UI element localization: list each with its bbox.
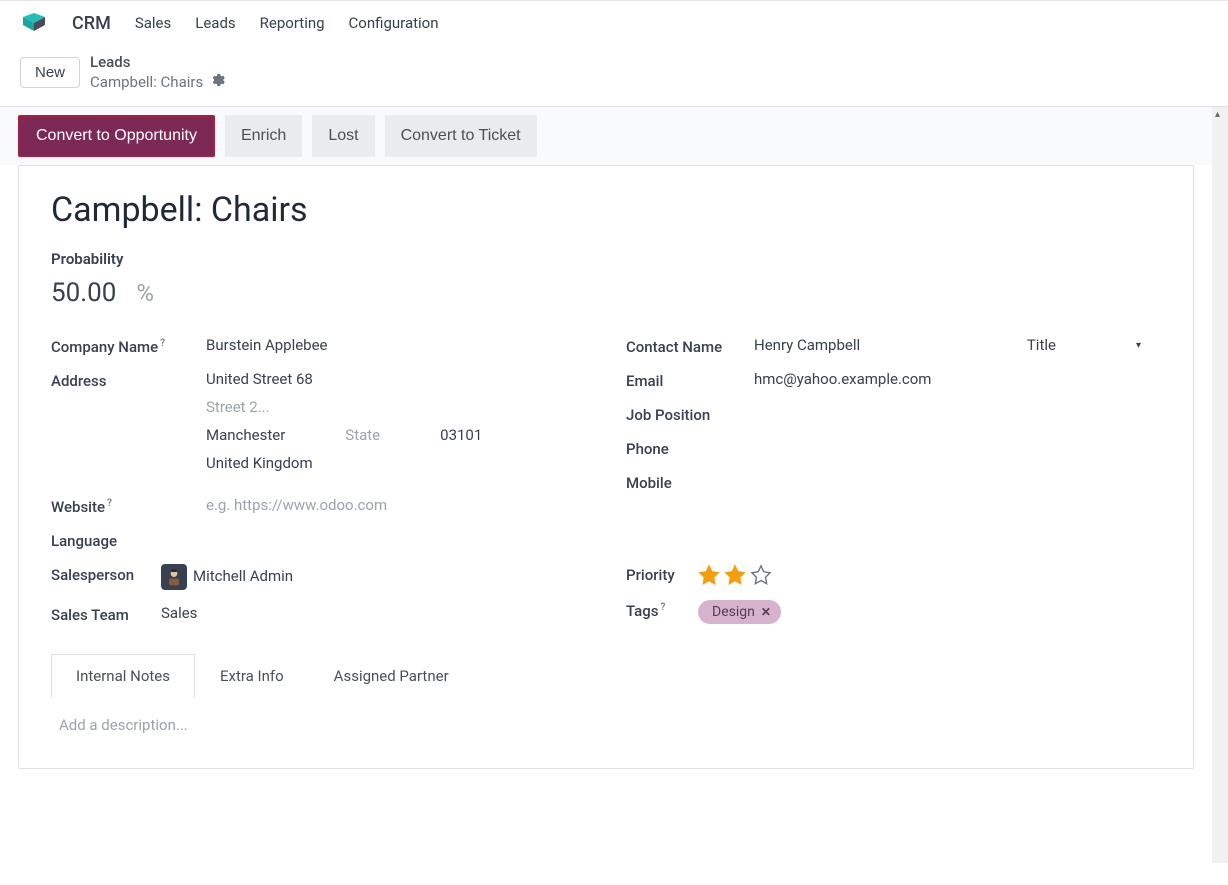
- mobile-label: Mobile: [626, 472, 754, 492]
- probability-percent: %: [136, 279, 154, 307]
- email-label: Email: [626, 370, 754, 390]
- action-bar: Convert to Opportunity Enrich Lost Conve…: [0, 107, 1212, 165]
- navbar: CRM Sales Leads Reporting Configuration: [0, 1, 1228, 45]
- scrollbar[interactable]: ▴: [1212, 107, 1228, 863]
- company-name-label: Company Name?: [51, 336, 206, 356]
- website-label: Website?: [51, 496, 206, 516]
- convert-to-ticket-button[interactable]: Convert to Ticket: [385, 115, 537, 157]
- tab-assigned-partner[interactable]: Assigned Partner: [309, 654, 474, 698]
- city-input[interactable]: Manchester: [206, 426, 285, 444]
- salesperson-value[interactable]: Mitchell Admin: [161, 564, 586, 590]
- priority-label: Priority: [626, 564, 698, 584]
- nav-leads[interactable]: Leads: [195, 14, 235, 32]
- description-input[interactable]: Add a description...: [59, 716, 1153, 734]
- salesperson-avatar-icon: [161, 564, 187, 590]
- tabs: Internal Notes Extra Info Assigned Partn…: [51, 654, 1161, 698]
- left-column: Company Name? Burstein Applebee Address …: [51, 336, 586, 638]
- convert-to-opportunity-button[interactable]: Convert to Opportunity: [18, 115, 215, 157]
- enrich-button[interactable]: Enrich: [225, 115, 302, 157]
- nav-sales[interactable]: Sales: [135, 14, 171, 32]
- nav-reporting[interactable]: Reporting: [260, 14, 325, 32]
- probability-field: Probability 50.00 %: [51, 250, 1161, 308]
- email-value[interactable]: hmc@yahoo.example.com: [754, 370, 1161, 388]
- salesteam-label: Sales Team: [51, 604, 161, 624]
- country-input[interactable]: United Kingdom: [206, 454, 586, 472]
- contact-name-label: Contact Name: [626, 336, 754, 356]
- star-2[interactable]: [724, 564, 746, 586]
- contact-name-value[interactable]: Henry Campbell: [754, 336, 860, 354]
- app-logo-icon: [20, 9, 48, 37]
- salesperson-label: Salesperson: [51, 564, 161, 584]
- title-select[interactable]: Title ▾: [1027, 336, 1161, 354]
- state-input[interactable]: State: [345, 426, 380, 444]
- probability-label: Probability: [51, 250, 1161, 268]
- company-name-value[interactable]: Burstein Applebee: [206, 336, 586, 354]
- breadcrumb-current: Campbell: Chairs: [90, 73, 203, 93]
- priority-stars: [698, 564, 1161, 586]
- right-column: Contact Name Henry Campbell Title ▾ Emai…: [626, 336, 1161, 638]
- street2-input[interactable]: Street 2...: [206, 398, 586, 416]
- phone-label: Phone: [626, 438, 754, 458]
- app-name: CRM: [72, 13, 111, 34]
- gear-icon[interactable]: [211, 73, 225, 92]
- address-label: Address: [51, 370, 206, 390]
- street1-input[interactable]: United Street 68: [206, 370, 586, 388]
- lost-button[interactable]: Lost: [312, 115, 374, 157]
- chevron-down-icon: ▾: [1136, 340, 1141, 351]
- tags-label: Tags?: [626, 600, 698, 620]
- star-1[interactable]: [698, 564, 720, 586]
- scroll-up-icon[interactable]: ▴: [1215, 109, 1220, 120]
- form-sheet: Campbell: Chairs Probability 50.00 % Com…: [18, 165, 1194, 769]
- job-position-label: Job Position: [626, 404, 754, 424]
- salesteam-value[interactable]: Sales: [161, 604, 586, 622]
- language-label: Language: [51, 530, 206, 550]
- tab-internal-notes[interactable]: Internal Notes: [51, 654, 195, 698]
- new-button[interactable]: New: [20, 57, 80, 88]
- breadcrumb-parent[interactable]: Leads: [90, 53, 225, 73]
- nav-configuration[interactable]: Configuration: [349, 14, 439, 32]
- star-3[interactable]: [750, 564, 772, 586]
- tab-extra-info[interactable]: Extra Info: [195, 654, 309, 698]
- tag-design[interactable]: Design ✕: [698, 600, 781, 624]
- breadcrumb-bar: New Leads Campbell: Chairs: [0, 45, 1228, 107]
- probability-value[interactable]: 50.00: [51, 278, 116, 308]
- record-title[interactable]: Campbell: Chairs: [51, 190, 1161, 230]
- zip-input[interactable]: 03101: [440, 426, 482, 444]
- website-input[interactable]: e.g. https://www.odoo.com: [206, 496, 586, 514]
- tab-content: Add a description...: [51, 698, 1161, 752]
- tag-remove-icon[interactable]: ✕: [761, 605, 771, 619]
